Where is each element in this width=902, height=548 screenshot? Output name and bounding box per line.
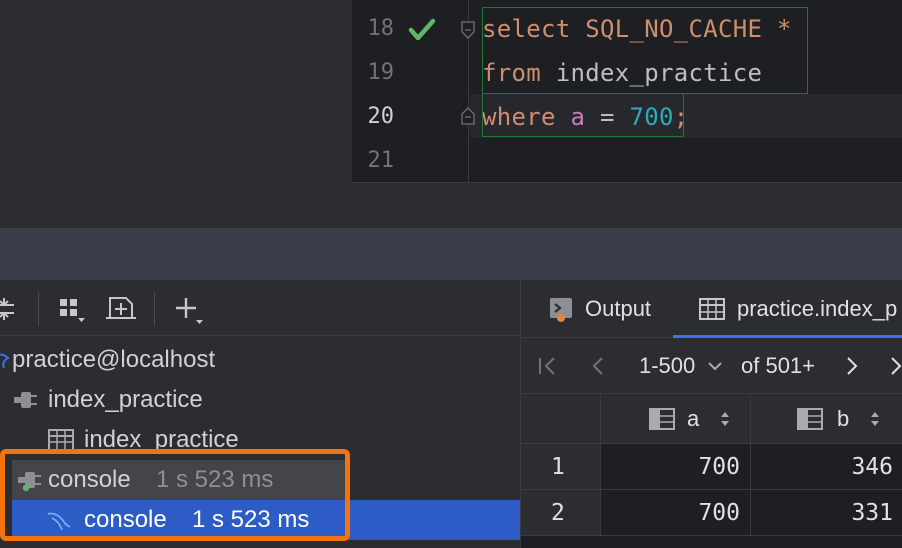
row-number-header bbox=[521, 394, 601, 444]
line-number: 19 bbox=[367, 60, 395, 85]
collapse-all-icon[interactable] bbox=[0, 292, 24, 326]
table-cell[interactable]: 346 bbox=[751, 444, 902, 490]
group-by-icon[interactable] bbox=[56, 292, 90, 326]
sort-icon[interactable] bbox=[869, 409, 881, 429]
fold-end-icon[interactable] bbox=[460, 107, 476, 125]
checkmark-icon bbox=[408, 18, 436, 41]
line-number: 18 bbox=[367, 16, 395, 41]
results-grid: a b 1 700 346 2 700 331 bbox=[521, 394, 902, 548]
cell-value: 700 bbox=[698, 454, 740, 480]
annotation-highlight-box bbox=[0, 449, 350, 541]
toolbar-separator bbox=[154, 292, 155, 326]
cell-value: 346 bbox=[851, 454, 893, 480]
page-range[interactable]: 1-500 bbox=[639, 338, 695, 394]
column-name: a bbox=[687, 406, 700, 431]
next-page-icon[interactable] bbox=[843, 356, 861, 376]
column-icon bbox=[797, 408, 823, 430]
datasource-label: practice@localhost bbox=[12, 346, 216, 373]
column-header-b[interactable]: b bbox=[751, 394, 902, 444]
column-header-a[interactable]: a bbox=[601, 394, 751, 444]
first-page-icon[interactable] bbox=[537, 356, 559, 376]
tree-item-datasource[interactable]: practice@localhost bbox=[0, 340, 520, 380]
table-cell[interactable]: 331 bbox=[751, 490, 902, 536]
toolbar-separator bbox=[38, 292, 39, 326]
panel-divider[interactable] bbox=[0, 228, 902, 280]
row-number-text: 1 bbox=[551, 454, 565, 480]
sql-editor[interactable]: 18 select SQL_NO_CACHE * 19 from index_p… bbox=[352, 0, 902, 228]
add-icon[interactable] bbox=[172, 292, 206, 326]
statement-outline-tail bbox=[482, 94, 684, 137]
row-number[interactable]: 1 bbox=[521, 444, 601, 490]
total-rows: of 501+ bbox=[741, 353, 816, 378]
services-toolbar bbox=[0, 280, 520, 336]
column-icon bbox=[649, 408, 675, 430]
line-number: 20 bbox=[367, 104, 395, 129]
schema-icon bbox=[14, 392, 37, 408]
chevron-down-icon[interactable] bbox=[707, 360, 723, 372]
cell-value: 700 bbox=[698, 500, 740, 526]
table-icon bbox=[699, 298, 725, 320]
tab-result-table[interactable]: practice.index_p bbox=[673, 280, 902, 338]
column-name: b bbox=[837, 406, 850, 431]
table-cell[interactable]: 700 bbox=[601, 490, 751, 536]
line-number: 21 bbox=[367, 148, 395, 173]
editor-empty-area bbox=[352, 182, 902, 228]
row-number[interactable]: 2 bbox=[521, 490, 601, 536]
tab-label: practice.index_p bbox=[737, 296, 898, 321]
cell-value: 331 bbox=[851, 500, 893, 526]
project-panel-area bbox=[0, 0, 352, 228]
table-cell[interactable]: 700 bbox=[601, 444, 751, 490]
pagination-bar: 1-500 of 501+ bbox=[521, 338, 902, 394]
last-page-icon[interactable] bbox=[887, 356, 902, 376]
tab-output[interactable]: Output bbox=[521, 280, 673, 338]
results-tabs: Output practice.index_p bbox=[521, 280, 902, 338]
results-panel: Output practice.index_p 1-500 of 501+ a … bbox=[520, 280, 902, 548]
previous-page-icon[interactable] bbox=[589, 356, 607, 376]
mysql-icon bbox=[0, 353, 10, 369]
tree-item-schema[interactable]: index_practice bbox=[0, 380, 520, 420]
statement-outline bbox=[482, 7, 808, 94]
output-icon bbox=[550, 298, 572, 322]
add-service-icon[interactable] bbox=[104, 292, 138, 326]
schema-label: index_practice bbox=[48, 386, 203, 413]
code-line-21[interactable]: 21 bbox=[352, 139, 902, 183]
tab-label: Output bbox=[585, 296, 652, 321]
row-number-text: 2 bbox=[551, 500, 565, 526]
fold-start-icon[interactable] bbox=[460, 21, 476, 39]
sort-icon[interactable] bbox=[719, 409, 731, 429]
